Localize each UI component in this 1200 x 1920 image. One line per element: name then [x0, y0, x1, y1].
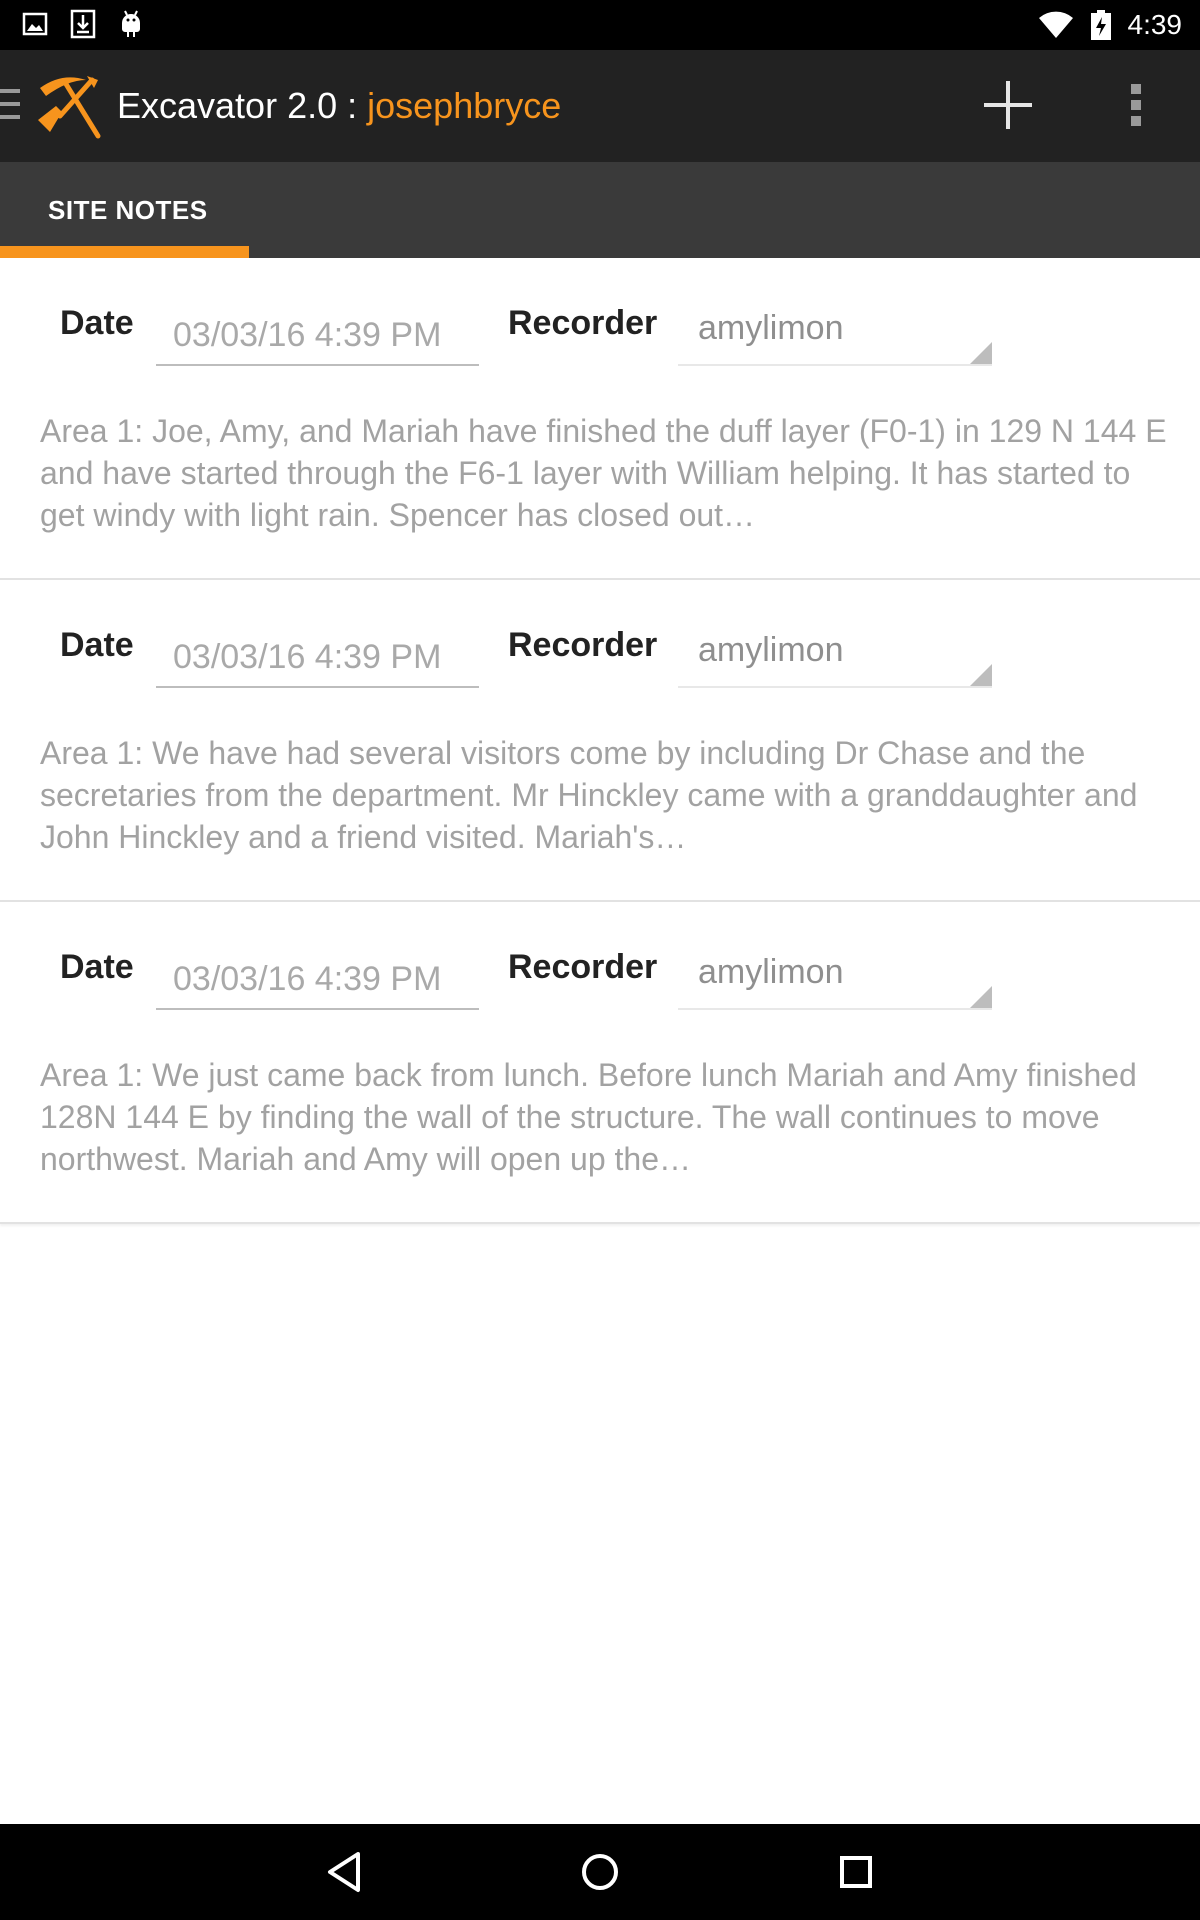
note-text[interactable]: Area 1: Joe, Amy, and Mariah have finish…	[40, 410, 1170, 536]
tab-site-notes[interactable]: SITE NOTES	[0, 162, 249, 258]
recorder-label: Recorder	[508, 304, 658, 342]
wifi-icon	[1038, 11, 1073, 38]
site-note-card[interactable]: Date 03/03/16 4:39 PM Recorder amylimon …	[0, 580, 1200, 902]
excavator-logo-icon[interactable]	[32, 70, 104, 142]
recorder-value: amylimon	[698, 953, 844, 991]
date-label: Date	[60, 626, 134, 664]
site-note-card[interactable]: Date 03/03/16 4:39 PM Recorder amylimon …	[0, 258, 1200, 580]
recorder-value: amylimon	[698, 309, 844, 347]
battery-charging-icon	[1090, 10, 1111, 40]
date-field[interactable]: 03/03/16 4:39 PM	[156, 630, 479, 688]
back-icon[interactable]	[316, 1844, 372, 1900]
home-icon[interactable]	[572, 1844, 628, 1900]
status-bar: 4:39	[0, 0, 1200, 50]
download-icon	[70, 9, 96, 39]
title-separator: :	[337, 85, 368, 126]
dropdown-corner-icon	[970, 342, 992, 364]
site-note-card[interactable]: Date 03/03/16 4:39 PM Recorder amylimon …	[0, 902, 1200, 1224]
username: josephbryce	[367, 85, 562, 126]
tab-label: SITE NOTES	[48, 195, 208, 225]
recorder-dropdown[interactable]: amylimon	[678, 308, 992, 366]
android-icon	[122, 10, 140, 37]
note-text[interactable]: Area 1: We have had several visitors com…	[40, 732, 1170, 858]
date-label: Date	[60, 948, 134, 986]
date-label: Date	[60, 304, 134, 342]
tab-selected-indicator	[0, 246, 249, 258]
dropdown-corner-icon	[970, 986, 992, 1008]
status-time: 4:39	[1127, 9, 1183, 40]
system-nav-bar	[0, 1824, 1200, 1920]
date-value: 03/03/16 4:39 PM	[173, 316, 442, 354]
date-field[interactable]: 03/03/16 4:39 PM	[156, 308, 479, 366]
date-value: 03/03/16 4:39 PM	[173, 960, 442, 998]
app-name: Excavator 2.0	[117, 85, 338, 126]
note-text[interactable]: Area 1: We just came back from lunch. Be…	[40, 1054, 1170, 1180]
status-bar-right: 4:39	[1038, 0, 1183, 50]
recorder-dropdown[interactable]: amylimon	[678, 952, 992, 1010]
add-icon[interactable]	[980, 77, 1036, 133]
date-value: 03/03/16 4:39 PM	[173, 638, 442, 676]
app-bar: Excavator 2.0 : josephbryce	[0, 50, 1200, 162]
more-vert-icon[interactable]	[1120, 80, 1152, 130]
menu-icon[interactable]	[0, 89, 20, 119]
image-icon	[22, 12, 48, 36]
status-bar-left-icons	[22, 9, 144, 39]
recents-icon[interactable]	[828, 1844, 884, 1900]
recorder-label: Recorder	[508, 948, 658, 986]
recorder-value: amylimon	[698, 631, 844, 669]
recorder-dropdown[interactable]: amylimon	[678, 630, 992, 688]
recorder-label: Recorder	[508, 626, 658, 664]
date-field[interactable]: 03/03/16 4:39 PM	[156, 952, 479, 1010]
tab-bar: SITE NOTES	[0, 162, 1200, 258]
app-title: Excavator 2.0 : josephbryce	[117, 85, 561, 127]
site-notes-list: Date 03/03/16 4:39 PM Recorder amylimon …	[0, 258, 1200, 1224]
dropdown-corner-icon	[970, 664, 992, 686]
